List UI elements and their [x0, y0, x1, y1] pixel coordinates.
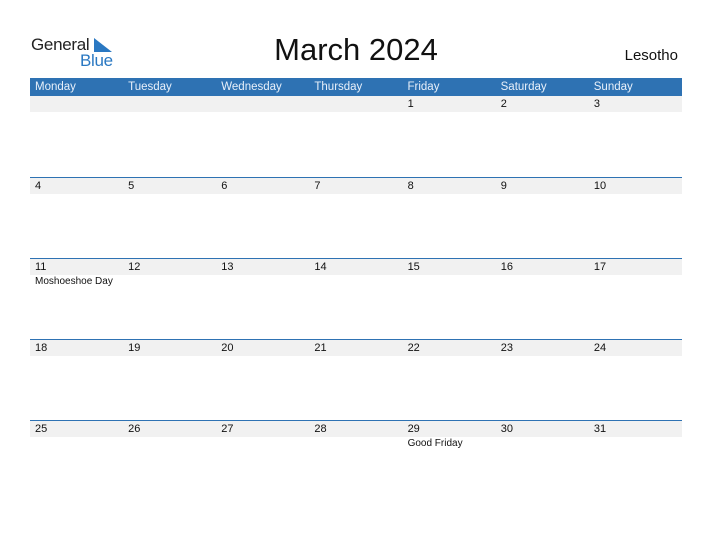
weekday-monday: Monday: [35, 81, 76, 93]
day-cell: 12: [123, 259, 216, 340]
weekday-sunday: Sunday: [593, 81, 633, 93]
day-cell: 13: [216, 259, 309, 340]
day-number: 8: [407, 180, 414, 192]
day-cell: 20: [216, 340, 309, 421]
day-cell: 25: [30, 421, 123, 502]
day-cell: [216, 96, 309, 177]
day-cell: 23: [496, 340, 589, 421]
day-number: 25: [35, 423, 48, 435]
day-cell: 4: [30, 178, 123, 259]
week-row: 25 26 27 28 29 Good Friday 30 31: [30, 420, 682, 502]
day-cell: 6: [216, 178, 309, 259]
day-number: 9: [500, 180, 507, 192]
day-number: 23: [500, 342, 513, 354]
day-cell: 8: [403, 178, 496, 259]
day-cell: 28: [309, 421, 402, 502]
day-number: 22: [407, 342, 420, 354]
day-cell: 10: [589, 178, 682, 259]
day-number: 12: [128, 261, 141, 273]
day-number: 28: [314, 423, 327, 435]
day-cell: 3: [589, 96, 682, 177]
day-cell: 27: [216, 421, 309, 502]
weekday-saturday: Saturday: [500, 81, 547, 93]
day-number: 16: [500, 261, 513, 273]
week-row: 18 19 20 21 22 23 24: [30, 339, 682, 421]
day-number: 11: [35, 261, 47, 273]
weekday-wednesday: Wednesday: [221, 81, 282, 93]
day-cell: 31: [589, 421, 682, 502]
day-number: 29: [407, 423, 420, 435]
day-cell: 2: [496, 96, 589, 177]
day-number: 20: [221, 342, 234, 354]
day-cell: 22: [403, 340, 496, 421]
week-row: 1 2 3: [30, 96, 682, 177]
day-cell: 24: [589, 340, 682, 421]
weekday-thursday: Thursday: [314, 81, 363, 93]
day-number: 24: [593, 342, 607, 354]
day-number: 27: [221, 423, 234, 435]
calendar-title: March 2024: [274, 32, 438, 67]
day-cell: [30, 96, 123, 177]
day-cell: 7: [309, 178, 402, 259]
day-cell: 18: [30, 340, 123, 421]
country-label: Lesotho: [624, 47, 678, 64]
day-number: 7: [314, 180, 321, 192]
day-number: 21: [314, 342, 327, 354]
day-cell: 11 Moshoeshoe Day: [30, 259, 123, 340]
day-number: 19: [128, 342, 141, 354]
day-number: 5: [128, 180, 135, 192]
day-cell: 1: [403, 96, 496, 177]
day-cell: 21: [309, 340, 402, 421]
day-cell: 16: [496, 259, 589, 340]
week-row: 11 Moshoeshoe Day 12 13 14 15 16 17: [30, 258, 682, 340]
day-cell: 30: [496, 421, 589, 502]
day-cell: [309, 96, 402, 177]
day-number: 3: [593, 98, 600, 110]
day-cell: 9: [496, 178, 589, 259]
day-number: 10: [593, 180, 607, 192]
day-cell: 14: [309, 259, 402, 340]
day-cell: 17: [589, 259, 682, 340]
weekday-header: Monday Tuesday Wednesday Thursday Friday Satu…: [30, 78, 682, 96]
day-number: 4: [35, 180, 42, 192]
day-cell: 19: [123, 340, 216, 421]
day-number: 2: [500, 98, 507, 110]
holiday-label: Moshoeshoe Day: [35, 276, 113, 287]
day-number: 6: [221, 180, 228, 192]
day-number: 30: [500, 423, 513, 435]
day-cell: 29 Good Friday: [403, 421, 496, 502]
day-cell: 15: [403, 259, 496, 340]
day-number: 15: [407, 261, 420, 273]
day-number: 18: [35, 342, 48, 354]
weekday-tuesday: Tuesday: [128, 81, 172, 93]
day-cell: [123, 96, 216, 177]
day-cell: 5: [123, 178, 216, 259]
holiday-label: Good Friday: [407, 438, 463, 449]
day-number: 1: [407, 98, 414, 110]
day-number: 17: [593, 261, 607, 273]
day-number: 26: [128, 423, 141, 435]
day-cell: 26: [123, 421, 216, 502]
day-number: 14: [314, 261, 327, 273]
week-row: 4 5 6 7 8 9 10: [30, 177, 682, 259]
weekday-friday: Friday: [407, 81, 440, 93]
day-number: 13: [221, 261, 234, 273]
day-number: 31: [593, 423, 607, 435]
